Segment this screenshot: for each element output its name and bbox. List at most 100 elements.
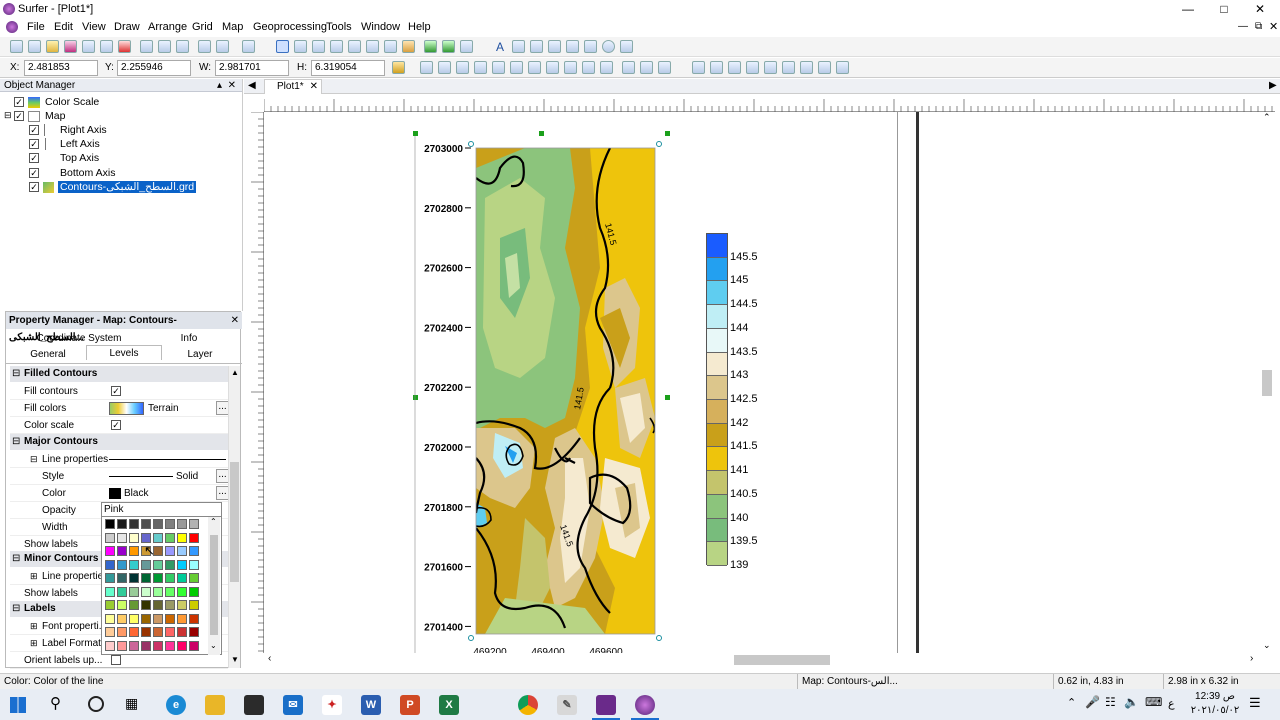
color-palette-dropdown[interactable]: Pink ⌃ ⌄ ↖ <box>101 502 222 655</box>
collapse-icon[interactable]: ⊟ <box>12 366 20 382</box>
document-tab-plot1[interactable]: Plot1* ✕ <box>264 79 322 94</box>
maximize-button[interactable]: □ <box>1206 0 1242 18</box>
color-swatch[interactable] <box>117 573 127 583</box>
surfer-active-icon[interactable] <box>635 695 655 715</box>
clock-time[interactable]: 12:39 ص <box>1190 691 1240 702</box>
color-swatch[interactable] <box>129 586 139 597</box>
collapse-icon[interactable]: ⊟ <box>12 551 20 567</box>
color-swatch[interactable] <box>189 640 199 651</box>
menu-file[interactable]: File <box>27 21 45 33</box>
app-icon[interactable]: ✦ <box>322 695 342 715</box>
color-scale-checkbox[interactable]: ✓ <box>111 420 121 430</box>
tab-general[interactable]: General <box>10 347 86 362</box>
menu-window[interactable]: Window <box>361 21 400 33</box>
scroll-thumb[interactable] <box>210 535 218 635</box>
color-swatch[interactable] <box>189 559 199 570</box>
color-swatch[interactable] <box>165 613 175 624</box>
scroll-up-icon[interactable]: ⌃ <box>1263 112 1271 123</box>
surfer-taskbar-icon[interactable] <box>596 695 616 715</box>
color-swatch[interactable] <box>105 532 115 543</box>
tab-scroll-left-icon[interactable]: ◀ <box>248 80 256 91</box>
visibility-checkbox[interactable]: ✓ <box>29 168 39 178</box>
color-swatch[interactable] <box>105 519 115 529</box>
lock-icon[interactable] <box>392 61 405 74</box>
color-swatch[interactable] <box>177 519 187 529</box>
orient-labels-checkbox[interactable] <box>111 655 121 665</box>
menu-tools[interactable]: Tools <box>326 21 352 33</box>
color-swatch[interactable] <box>189 613 199 624</box>
mail-icon[interactable]: ✉ <box>283 695 303 715</box>
color-swatch[interactable] <box>105 627 115 637</box>
geo-tool-6-icon[interactable] <box>782 61 795 74</box>
paste-icon[interactable] <box>176 40 189 53</box>
chrome-icon[interactable] <box>518 695 538 715</box>
tab-levels[interactable]: Levels <box>86 345 162 360</box>
geo-tool-8-icon[interactable] <box>818 61 831 74</box>
color-swatch[interactable] <box>153 532 163 543</box>
color-swatch[interactable] <box>129 532 139 543</box>
color-swatch[interactable] <box>129 613 139 624</box>
save-icon[interactable] <box>64 40 77 53</box>
color-swatch[interactable] <box>189 627 199 637</box>
color-swatch[interactable] <box>165 519 175 529</box>
scroll-up-icon[interactable]: ▲ <box>231 368 239 377</box>
section-filled-contours[interactable]: ⊟ Filled Contours <box>10 366 228 382</box>
y-field[interactable]: 2.255946 <box>117 60 191 76</box>
zoom-fit-icon[interactable] <box>330 40 343 53</box>
flip-icon[interactable] <box>582 61 595 74</box>
symbol-tool-icon[interactable] <box>548 40 561 53</box>
color-swatch[interactable] <box>129 546 139 556</box>
color-swatch[interactable] <box>165 559 175 570</box>
color-swatch[interactable] <box>141 532 151 543</box>
color-swatch[interactable] <box>129 627 139 637</box>
color-swatch[interactable] <box>141 573 151 583</box>
color-swatch[interactable] <box>165 532 175 543</box>
app-icon[interactable]: ✎ <box>557 695 577 715</box>
excel-icon[interactable]: X <box>439 695 459 715</box>
color-swatch[interactable] <box>117 586 127 597</box>
rectangle-tool-icon[interactable] <box>566 40 579 53</box>
visibility-checkbox[interactable]: ✓ <box>29 153 39 163</box>
color-swatch[interactable] <box>141 613 151 624</box>
geo-tool-2-icon[interactable] <box>710 61 723 74</box>
visibility-checkbox[interactable]: ✓ <box>14 97 24 107</box>
doc-icon[interactable] <box>6 21 18 33</box>
color-swatch[interactable] <box>129 600 139 610</box>
export-icon[interactable] <box>100 40 113 53</box>
distribute-icon[interactable] <box>546 61 559 74</box>
geo-tool-4-icon[interactable] <box>746 61 759 74</box>
arrange-back-icon[interactable] <box>438 61 451 74</box>
color-swatch[interactable] <box>153 519 163 529</box>
color-swatch[interactable] <box>141 640 151 651</box>
refresh-icon[interactable] <box>442 40 455 53</box>
geo-tool-9-icon[interactable] <box>836 61 849 74</box>
color-swatch[interactable] <box>153 613 163 624</box>
network-icon[interactable]: ☷ <box>1105 695 1116 709</box>
color-value[interactable]: Black <box>124 485 148 502</box>
color-swatch[interactable] <box>189 532 199 543</box>
zoom-out-icon[interactable] <box>312 40 325 53</box>
collapse-icon[interactable]: ⊟ <box>12 601 20 617</box>
color-swatch[interactable] <box>177 613 187 624</box>
color-swatch[interactable] <box>153 600 163 610</box>
group-icon[interactable] <box>492 61 505 74</box>
palette-scrollbar[interactable]: ⌃ ⌄ <box>208 517 220 655</box>
property-scrollbar[interactable]: ▲ ▼ <box>228 366 240 668</box>
scroll-thumb[interactable] <box>230 462 239 582</box>
redo-icon[interactable] <box>216 40 229 53</box>
color-swatch[interactable] <box>141 586 151 597</box>
tab-coordinate-system[interactable]: Coordinate System <box>26 331 132 346</box>
copy-icon[interactable] <box>158 40 171 53</box>
x-field[interactable]: 2.481853 <box>24 60 98 76</box>
new-icon[interactable] <box>10 40 23 53</box>
polyline-tool-icon[interactable] <box>530 40 543 53</box>
color-swatch[interactable] <box>117 559 127 570</box>
split-icon[interactable] <box>640 61 653 74</box>
powerpoint-icon[interactable]: P <box>400 695 420 715</box>
color-swatch[interactable] <box>189 573 199 583</box>
volume-icon[interactable]: 🔈 <box>1124 695 1139 709</box>
color-swatch[interactable] <box>141 600 151 610</box>
visibility-checkbox[interactable]: ✓ <box>29 182 39 192</box>
print-icon[interactable] <box>82 40 95 53</box>
color-swatch[interactable] <box>153 559 163 570</box>
